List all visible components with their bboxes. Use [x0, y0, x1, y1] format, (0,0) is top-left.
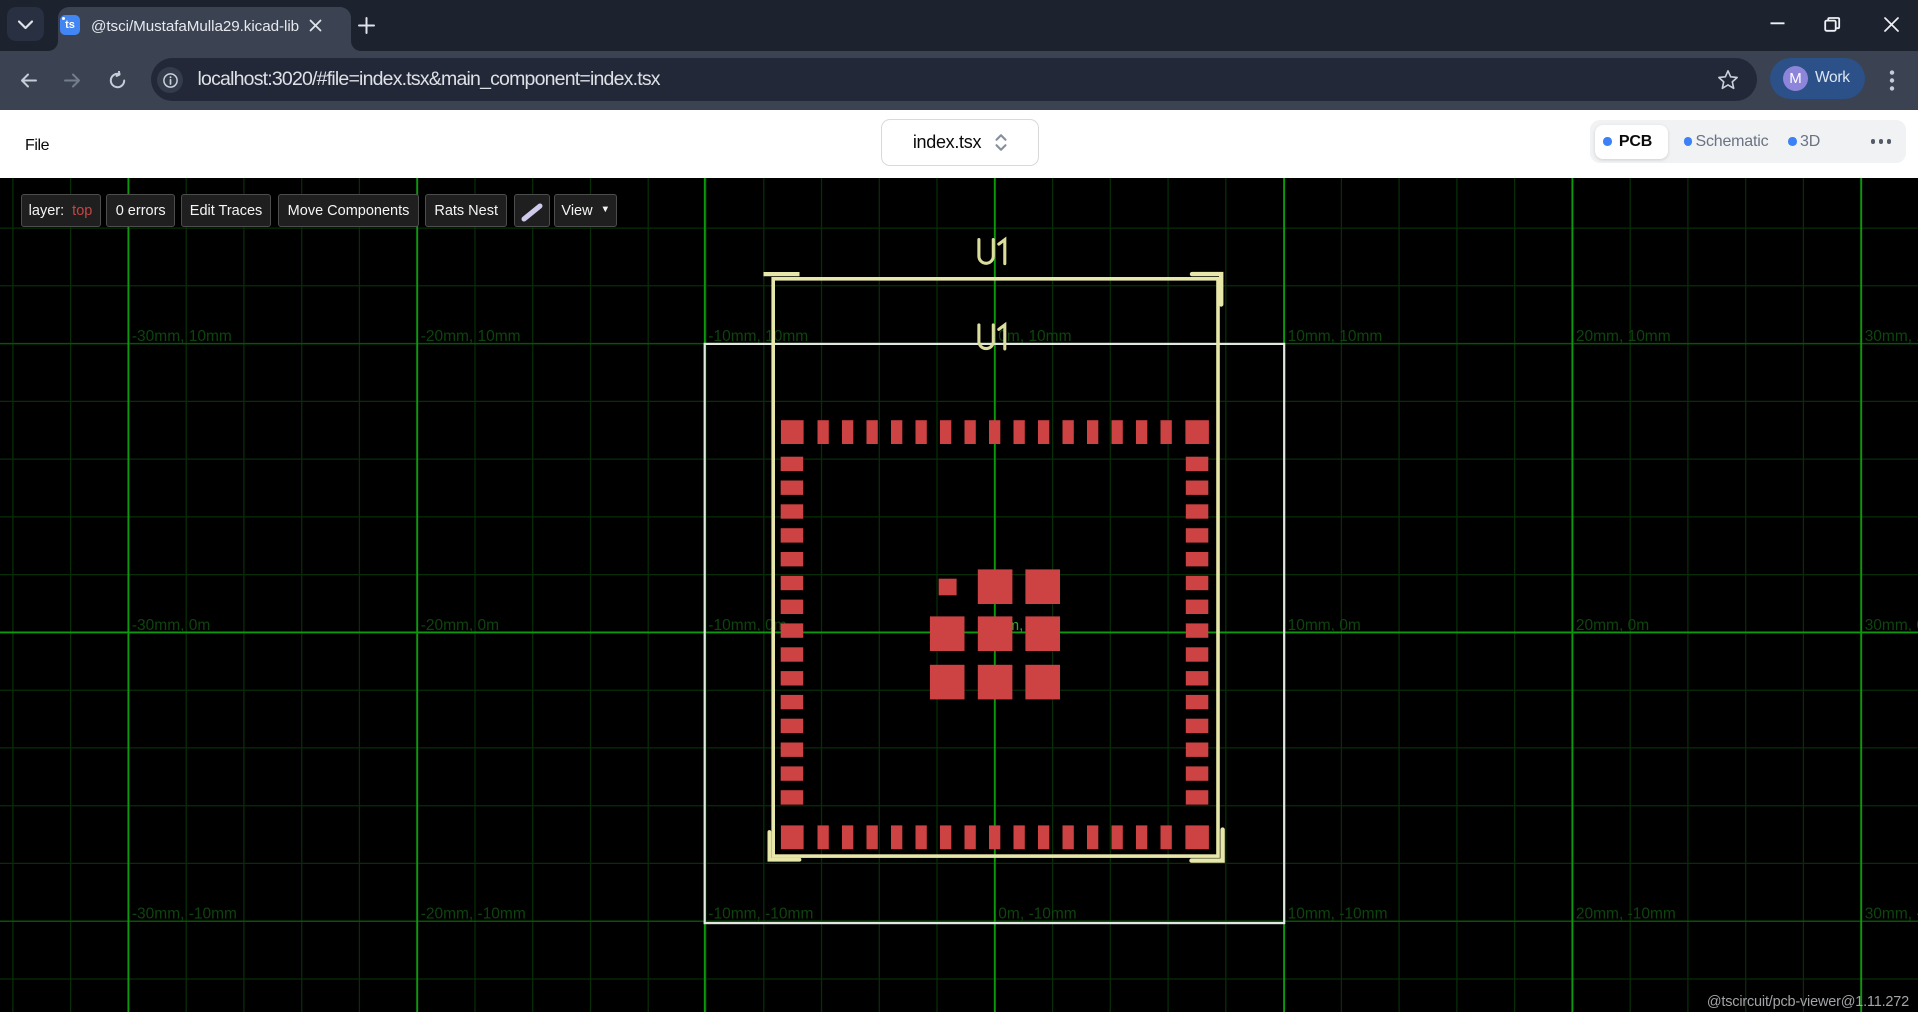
- svg-text:-30mm, 10mm: -30mm, 10mm: [132, 328, 232, 345]
- svg-text:-10mm, -10mm: -10mm, -10mm: [708, 906, 813, 923]
- svg-text:-20mm, 0m: -20mm, 0m: [421, 617, 499, 634]
- svg-text:30mm, 0m: 30mm, 0m: [1865, 617, 1918, 634]
- svg-text:-20mm, -10mm: -20mm, -10mm: [421, 906, 526, 923]
- svg-text:30mm, -10mm: 30mm, -10mm: [1865, 906, 1918, 923]
- svg-text:-30mm, -10mm: -30mm, -10mm: [132, 906, 237, 923]
- svg-text:20mm, -10mm: 20mm, -10mm: [1576, 906, 1676, 923]
- svg-text:30mm, 10mm: 30mm, 10mm: [1865, 328, 1918, 345]
- svg-text:-10mm, 10mm: -10mm, 10mm: [708, 328, 808, 345]
- svg-text:10mm, 10mm: 10mm, 10mm: [1288, 328, 1383, 345]
- svg-text:20mm, 0m: 20mm, 0m: [1576, 617, 1649, 634]
- svg-text:20mm, 10mm: 20mm, 10mm: [1576, 328, 1671, 345]
- svg-text:0m, 10mm: 0m, 10mm: [998, 328, 1071, 345]
- svg-text:-30mm, 0m: -30mm, 0m: [132, 617, 210, 634]
- svg-text:0m, -10mm: 0m, -10mm: [998, 906, 1076, 923]
- svg-text:-20mm, 10mm: -20mm, 10mm: [421, 328, 521, 345]
- svg-text:10mm, 0m: 10mm, 0m: [1288, 617, 1361, 634]
- svg-text:10mm, -10mm: 10mm, -10mm: [1288, 906, 1388, 923]
